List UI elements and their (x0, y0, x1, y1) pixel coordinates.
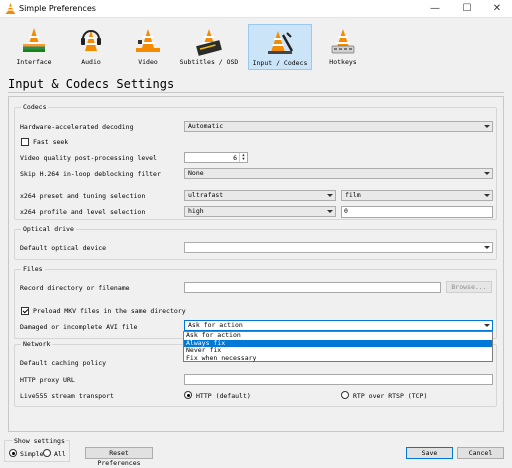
codecs-group: Codecs Hardware-accelerated decoding Aut… (14, 103, 497, 220)
x264-preset-select[interactable]: ultrafast (184, 190, 336, 201)
record-label: Record directory or filename (20, 284, 130, 292)
interface-icon (23, 28, 45, 52)
chevron-down-icon (327, 210, 333, 213)
dropdown-option[interactable]: Always fix (184, 339, 492, 347)
http-label: HTTP (default) (196, 392, 251, 400)
selected-value: ultrafast (188, 191, 224, 199)
chevron-down-icon (484, 246, 490, 249)
x264-profile-select[interactable]: high (184, 206, 336, 217)
video-icon (136, 29, 160, 52)
dropdown-option[interactable]: Fix when necessary (184, 354, 492, 363)
group-title: Network (21, 340, 53, 348)
audio-icon (81, 30, 101, 51)
selected-value: None (188, 169, 204, 177)
x264-profile-label: x264 profile and level selection (20, 208, 146, 216)
caching-label: Default caching policy (20, 359, 107, 367)
tab-video[interactable]: Video (117, 24, 179, 70)
subtitles-icon (196, 29, 222, 56)
tab-hotkeys[interactable]: Hotkeys (312, 24, 374, 70)
chevron-down-icon (327, 194, 333, 197)
selected-value: Automatic (188, 122, 224, 130)
fast-seek-label: Fast seek (33, 138, 69, 146)
selected-value: film (345, 191, 361, 199)
spin-arrows-icon[interactable]: ▲ ▼ (239, 153, 247, 162)
optical-device-select[interactable] (184, 242, 493, 253)
preferences-toolbar: Interface Audio Video Subtitles / OSD In… (0, 18, 512, 72)
all-label: All (54, 450, 66, 458)
vlc-cone-icon (5, 3, 16, 14)
save-button[interactable]: Save (406, 447, 453, 459)
tab-label: Subtitles / OSD (179, 58, 239, 66)
proxy-field[interactable] (184, 374, 493, 385)
tab-audio[interactable]: Audio (60, 24, 122, 70)
page-title: Input & Codecs Settings (8, 77, 175, 91)
dropdown-option[interactable]: Ask for action (184, 331, 492, 340)
optical-device-label: Default optical device (20, 244, 107, 252)
tab-interface[interactable]: Interface (3, 24, 65, 70)
tab-label: Interface (16, 58, 52, 66)
hw-decoding-select[interactable]: Automatic (184, 121, 493, 132)
hotkeys-icon (331, 29, 355, 54)
simple-radio[interactable] (9, 449, 17, 457)
preload-mkv-checkbox[interactable] (21, 307, 29, 315)
simple-label: Simple (20, 450, 44, 458)
x264-preset-label: x264 preset and tuning selection (20, 192, 146, 200)
group-title: Codecs (21, 103, 49, 111)
reset-preferences-button[interactable]: Reset Preferences (85, 447, 153, 467)
maximize-button[interactable]: ☐ (452, 0, 482, 18)
input-codecs-icon (268, 31, 294, 54)
selected-value: Ask for action (188, 321, 243, 329)
title-bar: Simple Preferences — ☐ ✕ (0, 0, 512, 18)
spin-value: 6 (233, 154, 237, 162)
avi-dropdown-list: Ask for action Always fix Never fix Fix … (183, 331, 493, 362)
close-button[interactable]: ✕ (482, 0, 512, 18)
fast-seek-checkbox[interactable] (21, 138, 29, 146)
avi-label: Damaged or incomplete AVI file (20, 323, 138, 331)
show-settings-label: Show settings (13, 437, 66, 445)
chevron-down-icon (484, 324, 490, 327)
cancel-button[interactable]: Cancel (457, 447, 504, 459)
chevron-down-icon (484, 194, 490, 197)
title-divider (8, 92, 504, 93)
tab-label: Video (138, 58, 158, 66)
x264-level-field[interactable]: 0 (341, 206, 493, 218)
proxy-label: HTTP proxy URL (20, 376, 75, 384)
live555-label: Live555 stream transport (20, 392, 114, 400)
record-path-field[interactable] (184, 282, 441, 293)
vq-label: Video quality post-processing level (20, 154, 157, 162)
chevron-down-icon (484, 172, 490, 175)
show-settings-group: Show settings Simple All (4, 437, 70, 462)
all-radio[interactable] (43, 449, 51, 457)
skip-deblocking-select[interactable]: None (184, 168, 493, 179)
window-title: Simple Preferences (19, 4, 96, 13)
tab-input-codecs[interactable]: Input / Codecs (248, 24, 312, 70)
files-group: Files Record directory or filename Brows… (14, 265, 497, 339)
vq-spinbox[interactable]: 6 ▲ ▼ (184, 152, 248, 163)
preload-mkv-label: Preload MKV files in the same directory (33, 307, 186, 315)
settings-panel: Codecs Hardware-accelerated decoding Aut… (8, 96, 504, 432)
avi-select[interactable]: Ask for action (184, 320, 493, 331)
tab-label: Input / Codecs (252, 59, 308, 67)
rtp-label: RTP over RTSP (TCP) (353, 392, 428, 400)
tab-label: Audio (81, 58, 101, 66)
chevron-down-icon (484, 125, 490, 128)
http-radio[interactable] (184, 391, 192, 399)
tab-label: Hotkeys (329, 58, 357, 66)
group-title: Optical drive (21, 225, 76, 233)
optical-drive-group: Optical drive Default optical device (14, 225, 497, 260)
group-title: Files (21, 265, 45, 273)
tab-subtitles-osd[interactable]: Subtitles / OSD (178, 24, 240, 70)
hw-decoding-label: Hardware-accelerated decoding (20, 123, 134, 131)
selected-value: high (188, 207, 204, 215)
skip-deblocking-label: Skip H.264 in-loop deblocking filter (20, 170, 161, 178)
browse-button[interactable]: Browse... (446, 281, 492, 293)
minimize-button[interactable]: — (420, 0, 450, 18)
x264-tune-select[interactable]: film (341, 190, 493, 201)
rtp-radio[interactable] (341, 391, 349, 399)
